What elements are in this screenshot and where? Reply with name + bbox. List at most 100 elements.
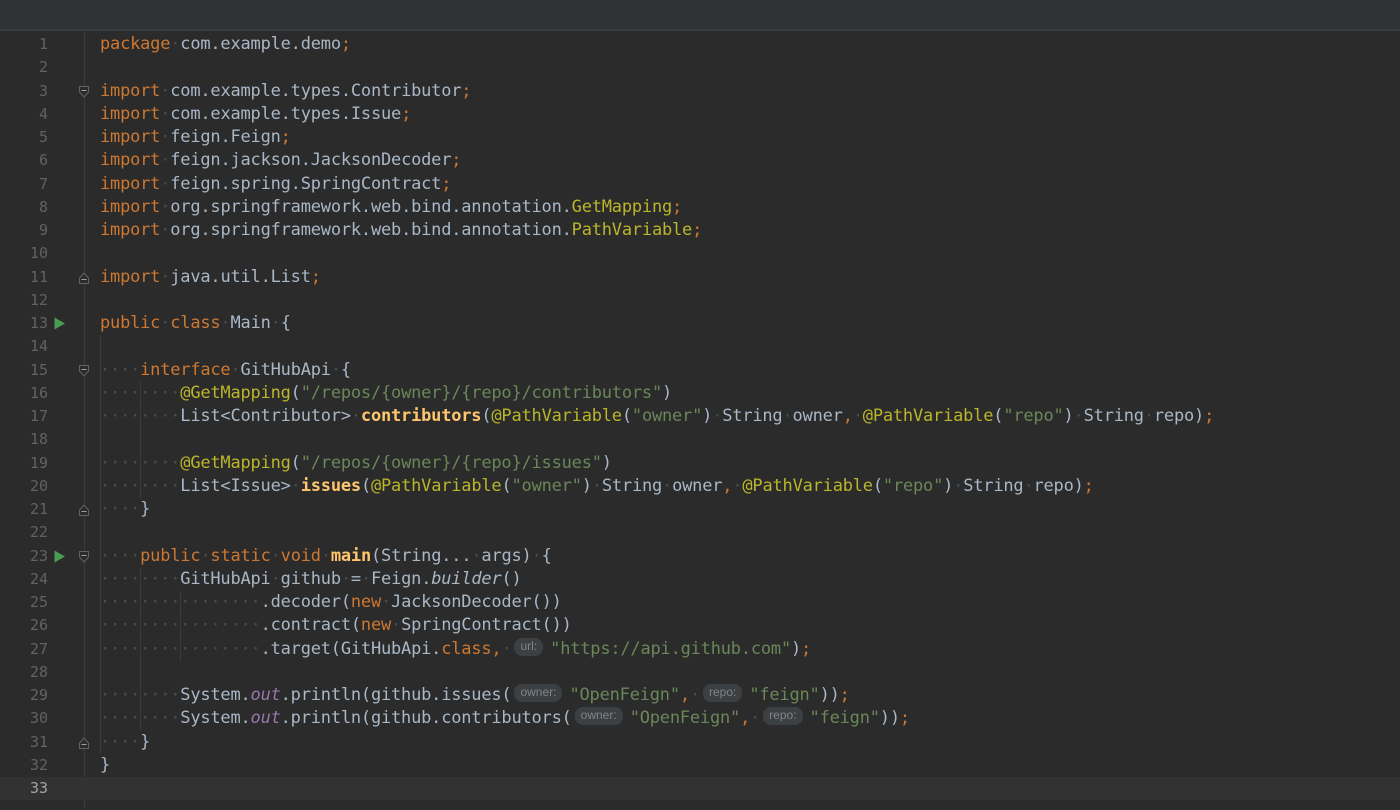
gutter-icons [48,452,100,475]
code-line[interactable]: 29········System.out.println(github.issu… [0,684,1400,707]
code-text: ········@GetMapping("/repos/{owner}/{rep… [100,382,1400,405]
code-line[interactable]: 22 [0,521,1400,544]
gutter-icons [48,614,100,637]
token-pu: ; [840,685,850,705]
token-kw: void [281,546,321,566]
code-line[interactable]: 9import·org.springframework.web.bind.ann… [0,219,1400,242]
gutter-icons [48,126,100,149]
token-tx: feign.jackson.JacksonDecoder [170,150,451,170]
token-tx: = [351,569,361,589]
gutter-icons [48,382,100,405]
line-number: 17 [0,405,48,428]
token-tx: ( [622,406,632,426]
fold-expand-end-icon[interactable] [77,271,91,285]
code-line[interactable]: 11import·java.util.List; [0,266,1400,289]
code-line[interactable]: 7import·feign.spring.SpringContract; [0,173,1400,196]
code-text: import·com.example.types.Contributor; [100,80,1400,103]
fold-collapse-icon[interactable] [77,85,91,99]
code-line[interactable]: 14 [0,335,1400,358]
line-number: 28 [0,661,48,684]
fold-expand-end-icon[interactable] [77,503,91,517]
token-pu: , [680,685,690,705]
code-line[interactable]: 30········System.out.println(github.cont… [0,707,1400,730]
fold-collapse-icon[interactable] [77,364,91,378]
line-number: 7 [0,173,48,196]
code-line[interactable]: 25················.decoder(new·JacksonDe… [0,591,1400,614]
code-line[interactable]: 13public·class·Main·{ [0,312,1400,335]
whitespace-dots: · [160,220,170,240]
code-line[interactable]: 8import·org.springframework.web.bind.ann… [0,196,1400,219]
code-line[interactable]: 24········GitHubApi·github·=·Feign.build… [0,568,1400,591]
run-icon[interactable] [52,316,67,331]
token-tx: feign.spring.SpringContract [170,174,441,194]
token-st: "repo" [883,476,943,496]
fold-collapse-icon[interactable] [77,550,91,564]
token-tx: List<Contributor> [180,406,351,426]
token-kw: interface [140,360,230,380]
token-tx: String [722,406,782,426]
code-line[interactable]: 26················.contract(new·SpringCo… [0,614,1400,637]
gutter-icons [48,731,100,754]
token-tx: .contract( [261,615,361,635]
code-line[interactable]: 17········List<Contributor>·contributors… [0,405,1400,428]
token-an: PathVariable [572,220,692,240]
code-text: ········System.out.println(github.issues… [100,684,1400,707]
code-line[interactable]: 5import·feign.Feign; [0,126,1400,149]
run-icon[interactable] [52,549,67,564]
code-line[interactable]: 21····} [0,498,1400,521]
code-line[interactable]: 1package·com.example.demo; [0,33,1400,56]
gutter-icons [48,173,100,196]
code-line[interactable]: 32} [0,754,1400,777]
code-editor[interactable]: 1package·com.example.demo;23import·com.e… [0,31,1400,808]
code-line[interactable]: 23····public·static·void·main(String...·… [0,545,1400,568]
code-line[interactable]: 6import·feign.jackson.JacksonDecoder; [0,149,1400,172]
code-line[interactable]: 2 [0,56,1400,79]
whitespace-dots: · [220,313,230,333]
token-kw: import [100,81,160,101]
token-kw: public [140,546,200,566]
whitespace-dots: · [782,406,792,426]
code-line[interactable]: 27················.target(GitHubApi.clas… [0,638,1400,661]
token-tx: ) [582,476,592,496]
code-line[interactable]: 3import·com.example.types.Contributor; [0,80,1400,103]
code-line[interactable]: 10 [0,242,1400,265]
token-tx: () [501,569,521,589]
line-number: 16 [0,382,48,405]
inlay-parameter-hint: repo: [763,707,802,725]
token-tx: GitHubApi [180,569,270,589]
line-number: 12 [0,289,48,312]
code-line[interactable]: 15····interface·GitHubApi·{ [0,359,1400,382]
code-line[interactable]: 4import·com.example.types.Issue; [0,103,1400,126]
fold-expand-end-icon[interactable] [77,736,91,750]
token-tx: )) [880,708,900,728]
token-kw: class [170,313,220,333]
code-line[interactable]: 33 [0,777,1400,800]
token-st: "feign" [749,685,819,705]
token-pu: ; [900,708,910,728]
code-line[interactable]: 16 ········@GetMapping("/repos/{owner}/{r… [0,382,1400,405]
token-an: @PathVariable [371,476,501,496]
gutter-icons [48,475,100,498]
line-number: 4 [0,103,48,126]
code-text [100,335,1400,358]
line-number: 13 [0,312,48,335]
token-tx: com.example.demo [180,34,341,54]
token-tx: ) [662,383,672,403]
token-pu: , [722,476,732,496]
code-text [100,289,1400,312]
code-text [100,56,1400,79]
code-line[interactable]: 19········@GetMapping("/repos/{owner}/{r… [0,452,1400,475]
line-number: 8 [0,196,48,219]
code-line[interactable]: 18 [0,428,1400,451]
token-kw: import [100,104,160,124]
token-kw: static [210,546,270,566]
code-line[interactable]: 20········List<Issue>·issues(@PathVariab… [0,475,1400,498]
line-number: 9 [0,219,48,242]
code-line[interactable]: 28 [0,661,1400,684]
gutter-icons [48,56,100,79]
code-text: ········@GetMapping("/repos/{owner}/{rep… [100,452,1400,475]
code-line[interactable]: 31····} [0,731,1400,754]
gutter-icons [48,707,100,730]
token-kw: import [100,174,160,194]
code-line[interactable]: 12 [0,289,1400,312]
